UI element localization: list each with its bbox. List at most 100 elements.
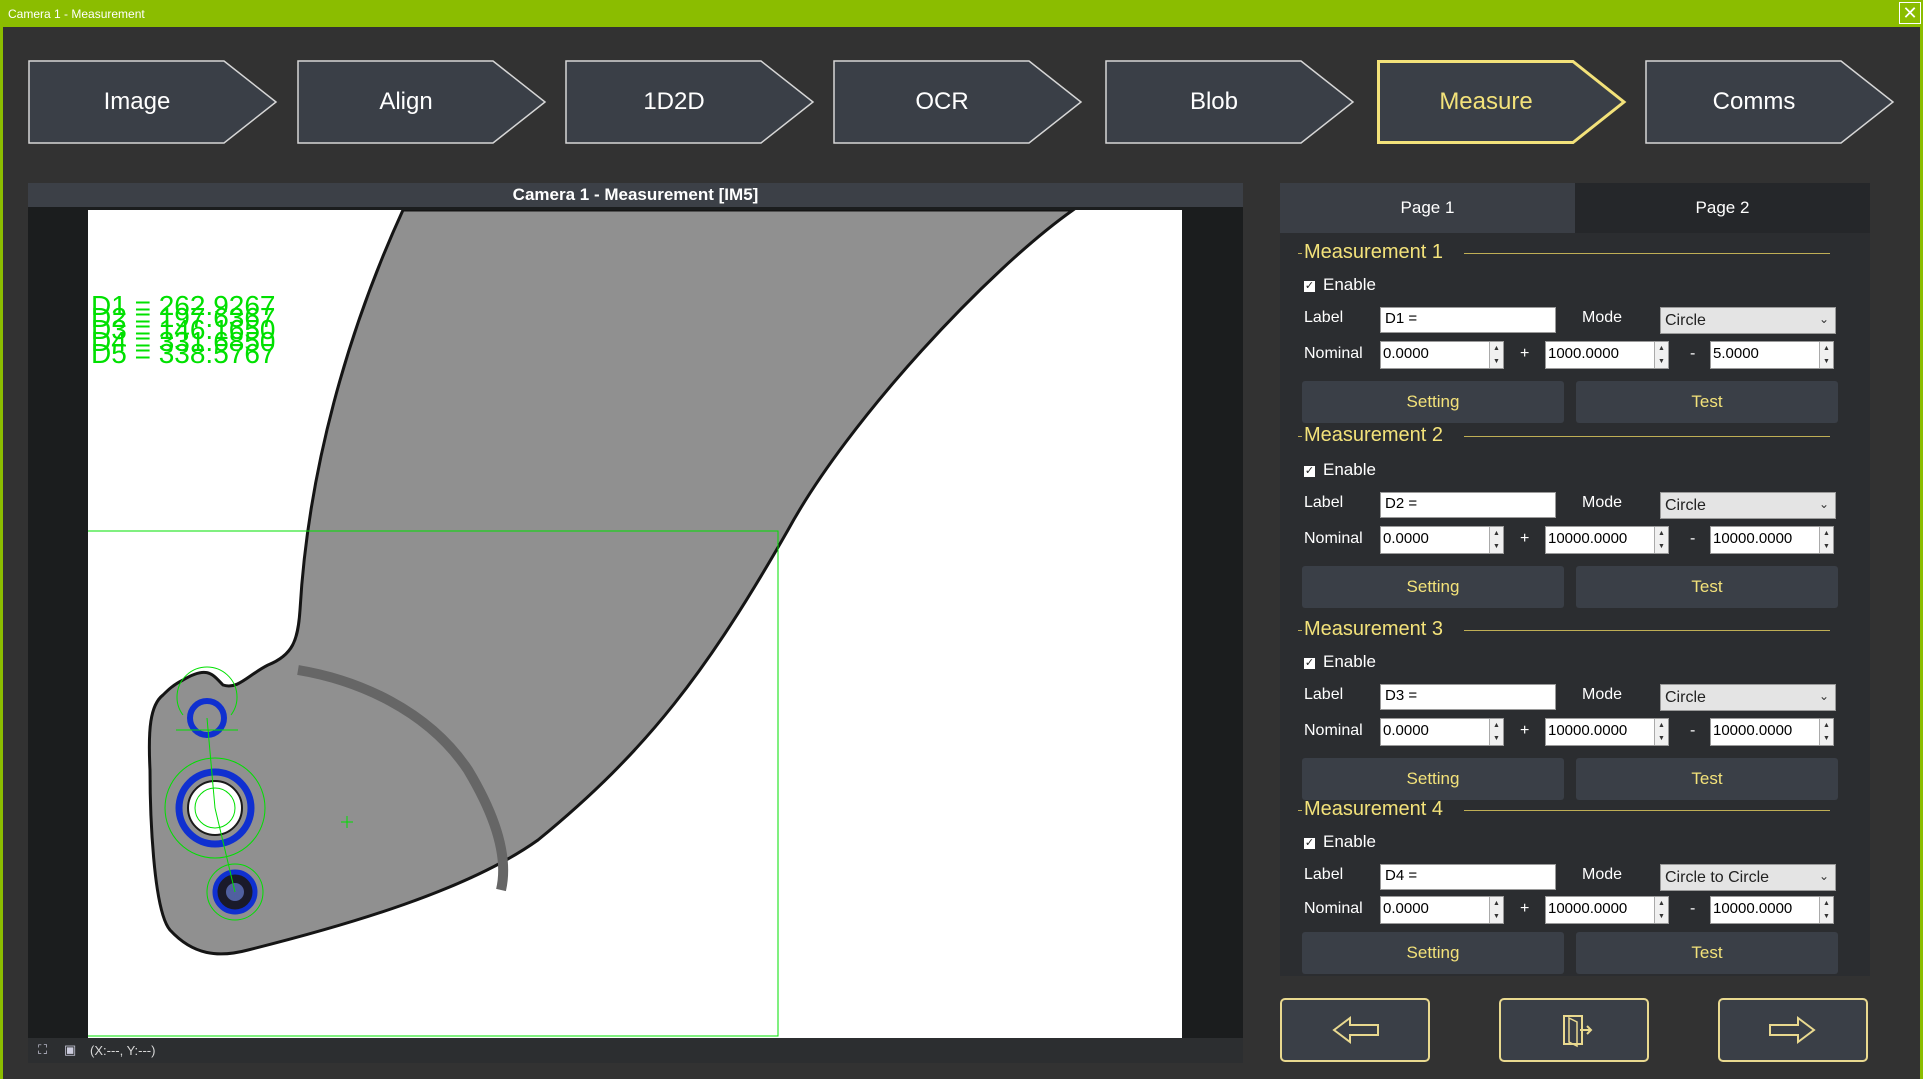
plus-tolerance-spinner[interactable]: 10000.0000 ▲ ▼: [1545, 896, 1669, 924]
nominal-value: 0.0000: [1383, 530, 1429, 547]
mode-select[interactable]: Circle ⌄: [1660, 684, 1836, 711]
plus-tolerance-spinner[interactable]: 10000.0000 ▲ ▼: [1545, 718, 1669, 746]
test-button[interactable]: Test: [1576, 381, 1838, 423]
measurement-1: Measurement 1 ✓ Enable Label D1 = Mode Ci…: [1280, 241, 1870, 423]
mode-value: Circle: [1665, 312, 1706, 329]
setting-button[interactable]: Setting: [1302, 566, 1564, 608]
enable-checkbox[interactable]: ✓ Enable: [1304, 652, 1376, 672]
label-caption: Label: [1304, 494, 1344, 511]
chevron-down-icon: ⌄: [1818, 497, 1829, 511]
tab-page-2[interactable]: Page 2: [1575, 183, 1870, 233]
chevron-down-icon: ⌄: [1818, 312, 1829, 326]
step-ocr[interactable]: OCR: [833, 60, 1083, 144]
fit-icon[interactable]: ⛶: [38, 1042, 54, 1058]
enable-checkbox[interactable]: ✓ Enable: [1304, 460, 1376, 480]
enable-label: Enable: [1323, 460, 1376, 479]
close-button[interactable]: ✕: [1899, 2, 1921, 24]
minus-tolerance-value: 10000.0000: [1713, 900, 1793, 917]
step-image[interactable]: Image: [28, 60, 278, 144]
minus-tolerance-spinner[interactable]: 5.0000 ▲ ▼: [1710, 341, 1834, 369]
spinner-arrows-icon[interactable]: ▲ ▼: [1489, 342, 1503, 368]
part-silhouette: [147, 210, 1076, 956]
spinner-arrows-icon[interactable]: ▲ ▼: [1819, 897, 1833, 923]
checkbox-icon: ✓: [1304, 465, 1315, 477]
step-1d2d[interactable]: 1D2D: [565, 60, 815, 144]
exit-button[interactable]: [1499, 998, 1649, 1062]
measurement-3: Measurement 3 ✓ Enable Label D3 = Mode Ci…: [1280, 618, 1870, 808]
label-caption: Label: [1304, 309, 1344, 326]
minus-sign: -: [1690, 345, 1696, 362]
nominal-spinner[interactable]: 0.0000 ▲ ▼: [1380, 526, 1504, 554]
setting-button[interactable]: Setting: [1302, 758, 1564, 800]
enable-checkbox[interactable]: ✓ Enable: [1304, 832, 1376, 852]
minus-tolerance-spinner[interactable]: 10000.0000 ▲ ▼: [1710, 718, 1834, 746]
spinner-arrows-icon[interactable]: ▲ ▼: [1819, 342, 1833, 368]
spinner-arrows-icon[interactable]: ▲ ▼: [1489, 527, 1503, 553]
label-input[interactable]: D1 =: [1380, 307, 1556, 333]
test-button[interactable]: Test: [1576, 932, 1838, 974]
setting-button[interactable]: Setting: [1302, 381, 1564, 423]
plus-tolerance-spinner[interactable]: 10000.0000 ▲ ▼: [1545, 526, 1669, 554]
nominal-caption: Nominal: [1304, 530, 1363, 547]
label-input[interactable]: D3 =: [1380, 684, 1556, 710]
spinner-arrows-icon[interactable]: ▲ ▼: [1654, 527, 1668, 553]
enable-checkbox[interactable]: ✓ Enable: [1304, 275, 1376, 295]
measurement-4: Measurement 4 ✓ Enable Label D4 = Mode Ci…: [1280, 798, 1870, 976]
plus-tolerance-value: 1000.0000: [1548, 345, 1619, 362]
nominal-spinner[interactable]: 0.0000 ▲ ▼: [1380, 341, 1504, 369]
minus-tolerance-spinner[interactable]: 10000.0000 ▲ ▼: [1710, 896, 1834, 924]
mode-select[interactable]: Circle ⌄: [1660, 307, 1836, 334]
tab-page-1[interactable]: Page 1: [1280, 183, 1575, 233]
minus-sign: -: [1690, 722, 1696, 739]
step-label: Align: [379, 88, 433, 115]
minus-tolerance-spinner[interactable]: 10000.0000 ▲ ▼: [1710, 526, 1834, 554]
spinner-arrows-icon[interactable]: ▲ ▼: [1489, 897, 1503, 923]
step-bar: Image Align 1D2D OCR Blob Measure Comms: [0, 60, 1923, 144]
viewer-title: Camera 1 - Measurement [IM5]: [28, 183, 1243, 207]
test-button[interactable]: Test: [1576, 758, 1838, 800]
enable-label: Enable: [1323, 275, 1376, 294]
image-icon[interactable]: ▣: [64, 1042, 80, 1058]
spinner-arrows-icon[interactable]: ▲ ▼: [1654, 342, 1668, 368]
spinner-arrows-icon[interactable]: ▲ ▼: [1654, 897, 1668, 923]
window-border-left: [0, 27, 3, 1079]
plus-tolerance-value: 10000.0000: [1548, 530, 1628, 547]
image-viewer: Camera 1 - Measurement [IM5] D1 = 262.92…: [28, 183, 1243, 1063]
spinner-arrows-icon[interactable]: ▲ ▼: [1819, 527, 1833, 553]
mode-select[interactable]: Circle ⌄: [1660, 492, 1836, 519]
nominal-caption: Nominal: [1304, 345, 1363, 362]
label-input[interactable]: D2 =: [1380, 492, 1556, 518]
camera-image[interactable]: D1 = 262.9267 D2 = 197.6367 D3 = 146.165…: [88, 210, 1182, 1038]
label-caption: Label: [1304, 866, 1344, 883]
back-button[interactable]: [1280, 998, 1430, 1062]
plus-tolerance-spinner[interactable]: 1000.0000 ▲ ▼: [1545, 341, 1669, 369]
step-blob[interactable]: Blob: [1105, 60, 1355, 144]
spinner-arrows-icon[interactable]: ▲ ▼: [1819, 719, 1833, 745]
setting-button[interactable]: Setting: [1302, 932, 1564, 974]
spinner-arrows-icon[interactable]: ▲ ▼: [1489, 719, 1503, 745]
nominal-spinner[interactable]: 0.0000 ▲ ▼: [1380, 718, 1504, 746]
nominal-value: 0.0000: [1383, 345, 1429, 362]
step-align[interactable]: Align: [297, 60, 547, 144]
plus-sign: +: [1520, 722, 1530, 739]
checkbox-icon: ✓: [1304, 837, 1315, 849]
spinner-arrows-icon[interactable]: ▲ ▼: [1654, 719, 1668, 745]
nominal-caption: Nominal: [1304, 900, 1363, 917]
arrow-left-icon: [1332, 1016, 1379, 1044]
test-button[interactable]: Test: [1576, 566, 1838, 608]
minus-sign: -: [1690, 900, 1696, 917]
plus-sign: +: [1520, 900, 1530, 917]
step-comms[interactable]: Comms: [1645, 60, 1895, 144]
mode-caption: Mode: [1582, 686, 1623, 703]
settings-panel: Page 1 Page 2 Measurement 1 ✓ Enable Labe…: [1280, 183, 1870, 976]
nominal-spinner[interactable]: 0.0000 ▲ ▼: [1380, 896, 1504, 924]
measurement-title: Measurement 4: [1304, 798, 1443, 820]
step-label: 1D2D: [643, 88, 705, 115]
checkbox-icon: ✓: [1304, 657, 1315, 669]
label-input[interactable]: D4 =: [1380, 864, 1556, 890]
step-label: Blob: [1189, 88, 1239, 115]
next-button[interactable]: [1718, 998, 1868, 1062]
chevron-down-icon: ⌄: [1818, 689, 1829, 703]
step-measure[interactable]: Measure: [1377, 60, 1627, 144]
mode-select[interactable]: Circle to Circle ⌄: [1660, 864, 1836, 891]
